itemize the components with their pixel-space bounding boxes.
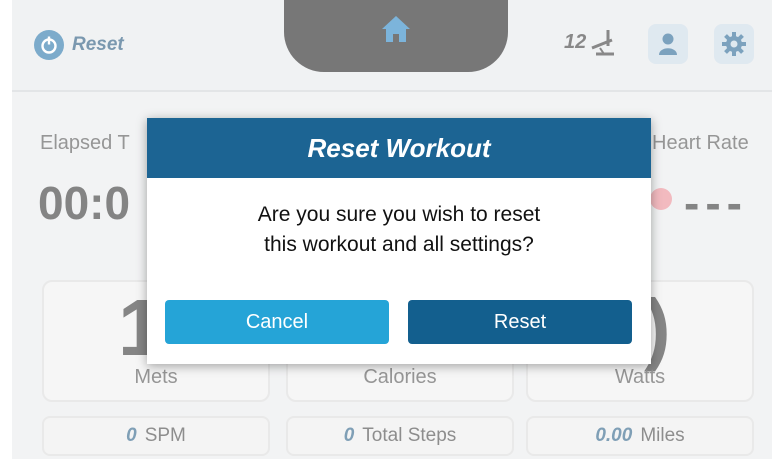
cancel-button[interactable]: Cancel — [165, 300, 389, 344]
dialog-message-line1: Are you sure you wish to reset — [257, 203, 541, 226]
dialog-message: Are you sure you wish to reset this work… — [147, 200, 651, 260]
dialog-header: Reset Workout — [147, 118, 651, 178]
dialog-message-line2: this workout and all settings? — [264, 233, 534, 256]
reset-button[interactable]: Reset — [408, 300, 632, 344]
reset-workout-dialog: Reset Workout Are you sure you wish to r… — [147, 118, 651, 364]
dialog-title: Reset Workout — [307, 132, 491, 163]
